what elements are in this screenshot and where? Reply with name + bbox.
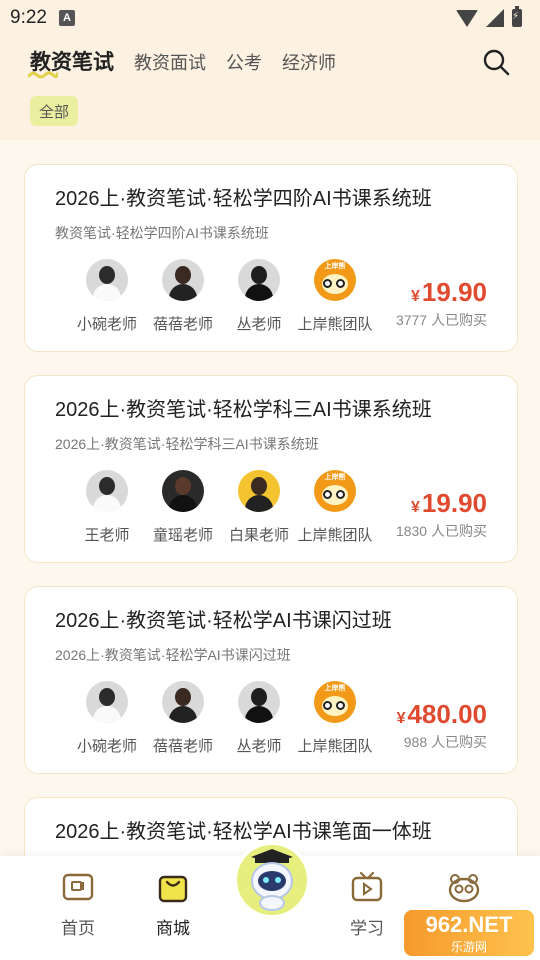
nav-shop[interactable]: 商城 bbox=[143, 870, 203, 939]
avatar bbox=[238, 259, 280, 301]
teacher-item: 小碗老师 bbox=[65, 681, 149, 756]
teacher-name: 丛老师 bbox=[236, 738, 282, 755]
teacher-item: 上岸熊 上岸熊团队 bbox=[293, 681, 377, 756]
status-indicators bbox=[456, 6, 522, 27]
buyer-count: 988 人已购买 bbox=[403, 734, 487, 750]
price: ¥19.90 bbox=[411, 488, 487, 518]
notification-icon: A bbox=[58, 10, 75, 26]
site-watermark: 962.NET 乐游网 bbox=[404, 910, 534, 956]
teacher-name: 小碗老师 bbox=[76, 738, 137, 755]
avatar bbox=[86, 259, 128, 301]
teacher-name: 白果老师 bbox=[228, 527, 289, 544]
teacher-item: 白果老师 bbox=[217, 470, 301, 545]
bear-logo-icon: 上岸熊 bbox=[314, 681, 356, 723]
search-icon[interactable] bbox=[482, 48, 510, 76]
robot-mascot-button[interactable] bbox=[234, 842, 310, 918]
price-box: ¥19.90 3777 人已购买 bbox=[396, 277, 487, 330]
course-title: 2026上·教资笔试·轻松学AI书课闪过班 bbox=[55, 610, 392, 632]
teacher-name: 上岸熊团队 bbox=[297, 527, 373, 544]
price: ¥480.00 bbox=[396, 699, 487, 729]
avatar bbox=[162, 470, 204, 512]
home-icon bbox=[62, 873, 94, 901]
teacher-name: 上岸熊团队 bbox=[297, 738, 373, 755]
status-bar: 9:22 A bbox=[0, 0, 540, 36]
nav-profile[interactable] bbox=[434, 870, 494, 914]
avatar bbox=[238, 470, 280, 512]
course-subtitle: 2026上·教资笔试·轻松学科三AI书课系统班 bbox=[55, 436, 319, 452]
bear-face-icon bbox=[448, 874, 480, 903]
teacher-name: 童瑶老师 bbox=[152, 527, 213, 544]
bear-logo-icon: 上岸熊 bbox=[314, 470, 356, 512]
robot-mascot-icon bbox=[251, 849, 293, 911]
nav-label: 首页 bbox=[61, 919, 95, 938]
nav-study[interactable]: 学习 bbox=[337, 870, 397, 939]
price: ¥19.90 bbox=[411, 277, 487, 307]
teacher-item: 小碗老师 bbox=[65, 259, 149, 334]
avatar bbox=[162, 259, 204, 301]
course-title: 2026上·教资笔试·轻松学科三AI书课系统班 bbox=[55, 399, 432, 421]
price-box: ¥19.90 1830 人已购买 bbox=[396, 488, 487, 541]
category-tabs: 教资笔试 教资面试 公考 经济师 bbox=[30, 46, 356, 76]
teacher-name: 王老师 bbox=[84, 527, 130, 544]
nav-label: 商城 bbox=[156, 919, 190, 938]
teacher-name: 上岸熊团队 bbox=[297, 316, 373, 333]
teacher-list: 王老师 童瑶老师 白果老师 上岸熊 上岸熊团队 bbox=[65, 470, 373, 545]
course-title: 2026上·教资笔试·轻松学四阶AI书课系统班 bbox=[55, 188, 432, 210]
teacher-item: 王老师 bbox=[65, 470, 149, 545]
bear-logo-icon: 上岸熊 bbox=[314, 259, 356, 301]
header: 教资笔试 教资面试 公考 经济师 全部 bbox=[0, 36, 540, 140]
teacher-name: 丛老师 bbox=[236, 316, 282, 333]
bear-badge-text: 上岸熊 bbox=[324, 685, 346, 692]
course-card[interactable]: 2026上·教资笔试·轻松学四阶AI书课系统班 教资笔试·轻松学四阶AI书课系统… bbox=[24, 164, 518, 352]
buyer-count: 3777 人已购买 bbox=[395, 312, 487, 328]
course-subtitle: 教资笔试·轻松学四阶AI书课系统班 bbox=[55, 225, 269, 241]
course-subtitle: 2026上·教资笔试·轻松学AI书课闪过班 bbox=[55, 647, 291, 663]
course-list: 2026上·教资笔试·轻松学四阶AI书课系统班 教资笔试·轻松学四阶AI书课系统… bbox=[24, 164, 518, 960]
nav-home[interactable]: 首页 bbox=[48, 870, 108, 939]
tab-civil-exam[interactable]: 公考 bbox=[226, 49, 262, 75]
tab-teacher-interview[interactable]: 教资面试 bbox=[134, 49, 206, 75]
shop-bag-icon bbox=[158, 875, 188, 903]
battery-icon bbox=[512, 6, 522, 27]
teacher-item: 童瑶老师 bbox=[141, 470, 225, 545]
tv-study-icon bbox=[351, 871, 383, 902]
course-card[interactable]: 2026上·教资笔试·轻松学科三AI书课系统班 2026上·教资笔试·轻松学科三… bbox=[24, 375, 518, 563]
teacher-item: 丛老师 bbox=[217, 259, 301, 334]
wifi-icon bbox=[456, 9, 478, 27]
nav-label: 学习 bbox=[350, 919, 384, 938]
active-tab-indicator bbox=[28, 71, 58, 79]
watermark-main: 962.NET bbox=[425, 912, 513, 937]
avatar bbox=[162, 681, 204, 723]
bear-badge-text: 上岸熊 bbox=[324, 474, 346, 481]
teacher-item: 蓓蓓老师 bbox=[141, 259, 225, 334]
bear-badge-text: 上岸熊 bbox=[324, 263, 346, 270]
tab-economist[interactable]: 经济师 bbox=[282, 49, 336, 75]
teacher-item: 蓓蓓老师 bbox=[141, 681, 225, 756]
teacher-list: 小碗老师 蓓蓓老师 丛老师 上岸熊 上岸熊团队 bbox=[65, 259, 373, 334]
teacher-item: 上岸熊 上岸熊团队 bbox=[293, 259, 377, 334]
buyer-count: 1830 人已购买 bbox=[395, 523, 487, 539]
filter-chip-all[interactable]: 全部 bbox=[30, 96, 79, 126]
watermark-sub: 乐游网 bbox=[450, 940, 487, 954]
teacher-name: 蓓蓓老师 bbox=[152, 316, 213, 333]
teacher-item: 上岸熊 上岸熊团队 bbox=[293, 470, 377, 545]
course-card[interactable]: 2026上·教资笔试·轻松学AI书课闪过班 2026上·教资笔试·轻松学AI书课… bbox=[24, 586, 518, 774]
teacher-item: 丛老师 bbox=[217, 681, 301, 756]
teacher-list: 小碗老师 蓓蓓老师 丛老师 上岸熊 上岸熊团队 bbox=[65, 681, 373, 756]
price-box: ¥480.00 988 人已购买 bbox=[397, 699, 487, 752]
avatar bbox=[86, 470, 128, 512]
status-time: 9:22 bbox=[10, 7, 47, 28]
signal-icon bbox=[486, 9, 504, 27]
avatar bbox=[238, 681, 280, 723]
teacher-name: 蓓蓓老师 bbox=[152, 738, 213, 755]
teacher-name: 小碗老师 bbox=[76, 316, 137, 333]
avatar bbox=[86, 681, 128, 723]
